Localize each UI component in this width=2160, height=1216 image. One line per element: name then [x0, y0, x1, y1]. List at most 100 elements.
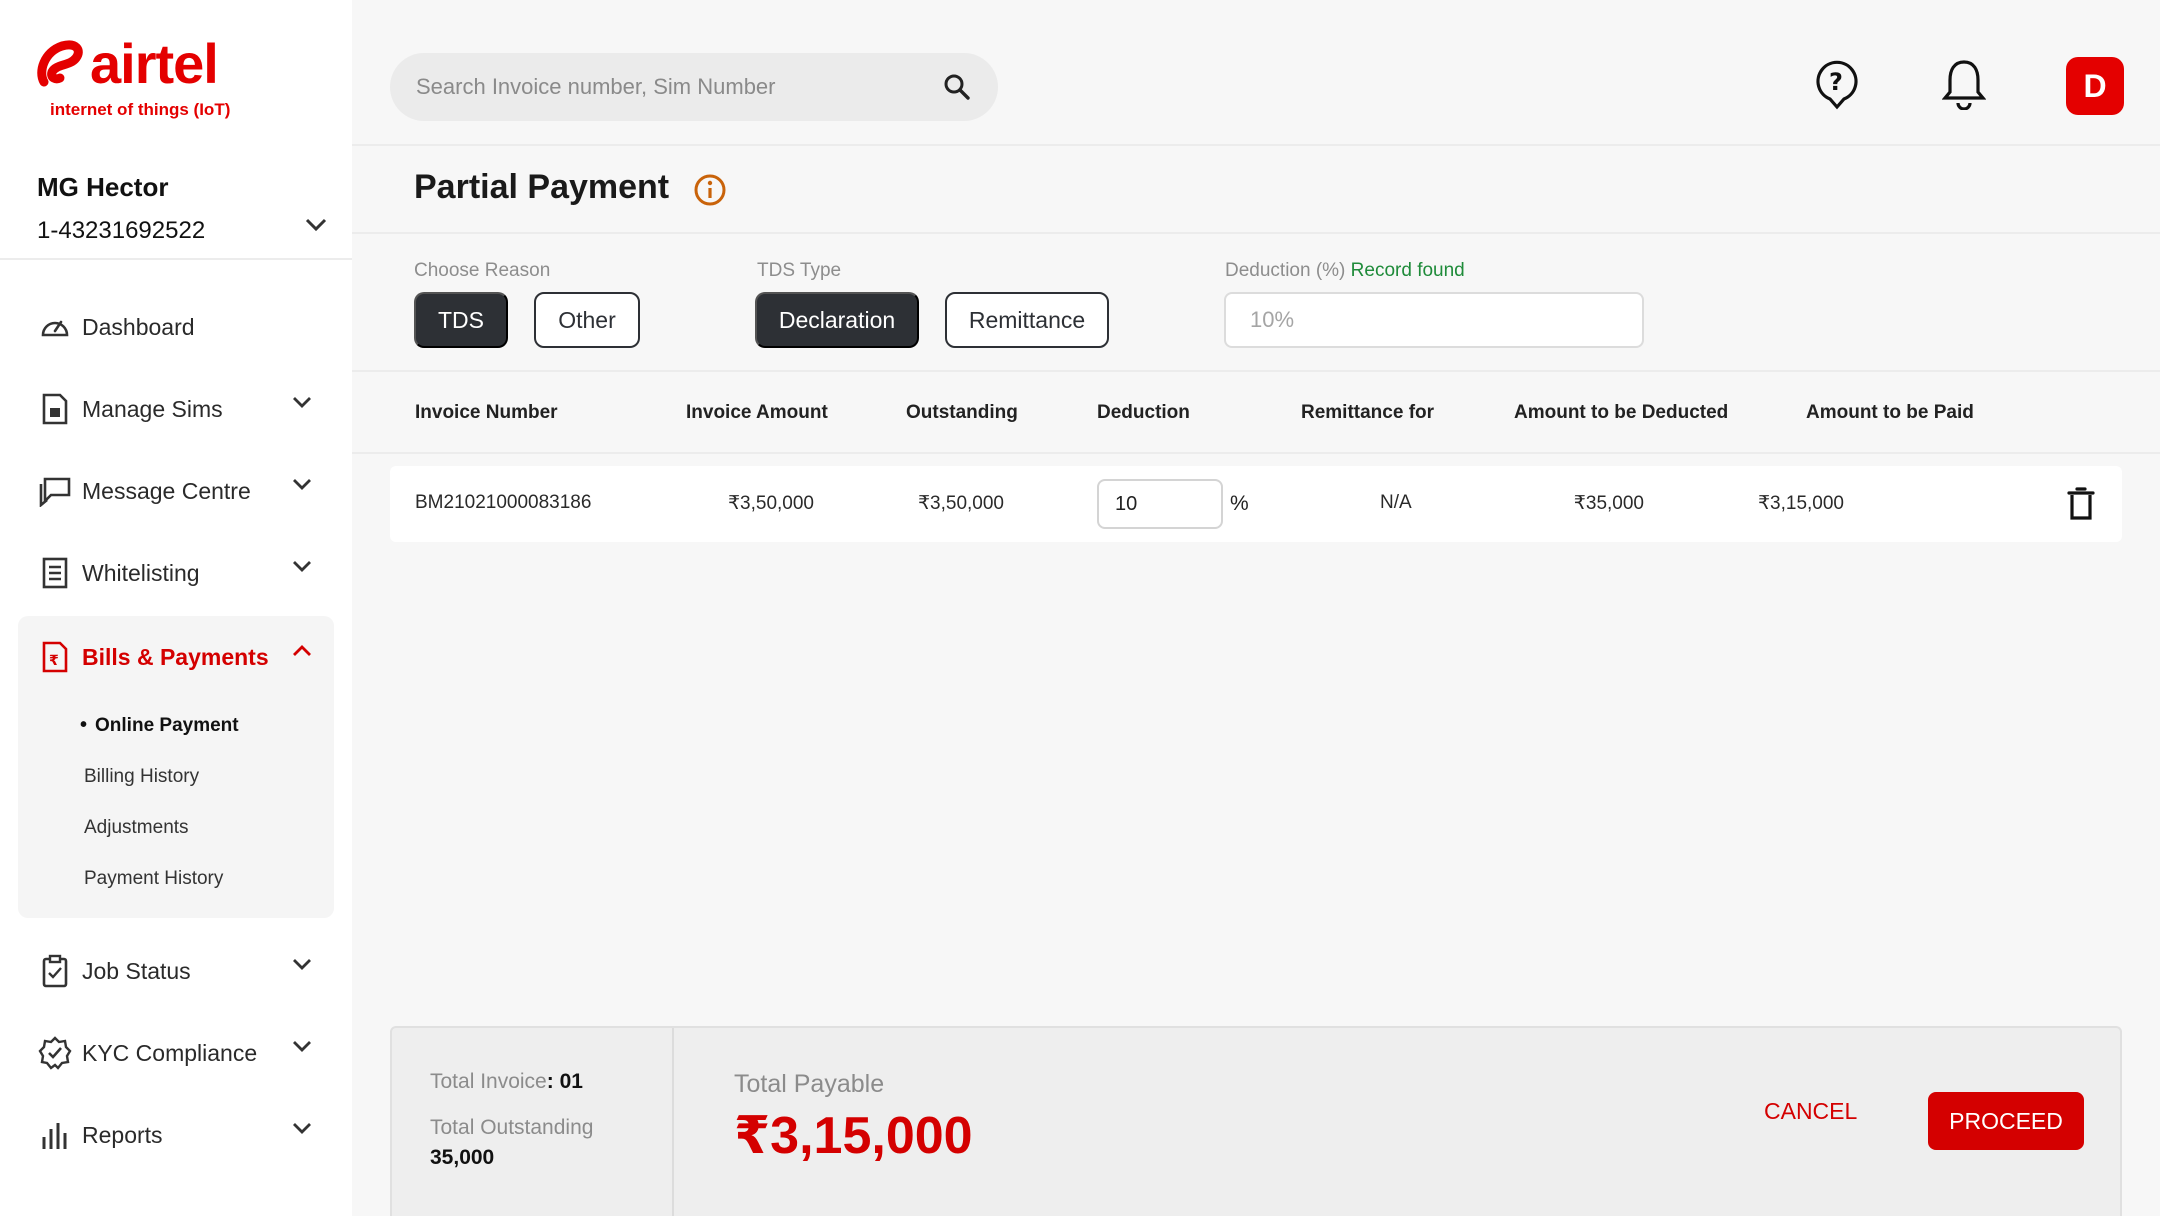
sidebar-item-label: Whitelisting — [82, 559, 200, 586]
total-payable-value: ₹3,15,000 — [734, 1107, 973, 1165]
divider — [0, 258, 352, 260]
message-icon — [38, 474, 72, 508]
deduction-input[interactable]: 10 — [1097, 479, 1223, 529]
tds-type-label: TDS Type — [757, 260, 842, 281]
summary-totals: Total Invoice: 01 Total Outstanding 35,0… — [392, 1028, 674, 1216]
sidebar-item-job-status[interactable]: Job Status — [18, 930, 334, 1012]
sidebar-item-whitelisting[interactable]: Whitelisting — [18, 532, 334, 614]
deduction-label-text: Deduction (%) — [1225, 260, 1346, 281]
col-deduction: Deduction — [1097, 402, 1190, 423]
filter-bar: Choose Reason TDS Other TDS Type Declara… — [352, 236, 2160, 372]
percent-unit: % — [1230, 492, 1249, 515]
total-outstanding-label: Total Outstanding — [430, 1116, 594, 1139]
sidebar-item-label: KYC Compliance — [82, 1039, 258, 1066]
proceed-button[interactable]: PROCEED — [1928, 1092, 2084, 1150]
delete-icon[interactable] — [2066, 486, 2096, 522]
svg-text:?: ? — [1829, 68, 1843, 96]
cell-amount-deducted: ₹35,000 — [1573, 493, 1644, 514]
dashboard-gauge-icon — [38, 310, 72, 344]
search-box[interactable] — [390, 53, 998, 121]
sidebar-item-label: Dashboard — [82, 313, 195, 340]
reason-other-button[interactable]: Other — [534, 292, 640, 348]
chevron-up-icon — [293, 645, 311, 656]
account-number: 1-43231692522 — [37, 217, 206, 244]
sidebar-item-dashboard[interactable]: Dashboard — [18, 286, 334, 368]
reason-label: Choose Reason — [414, 260, 551, 281]
sidebar-item-message-centre[interactable]: Message Centre — [18, 450, 334, 532]
sidebar-item-label: Bills & Payments — [82, 643, 269, 670]
submenu-item-adjustments[interactable]: Adjustments — [18, 802, 334, 853]
sidebar: airtel internet of things (IoT) MG Hecto… — [0, 0, 352, 1216]
table-header: Invoice Number Invoice Amount Outstandin… — [352, 374, 2160, 454]
sidebar-item-label: Manage Sims — [82, 395, 223, 422]
brand-subtitle: internet of things (IoT) — [50, 100, 231, 119]
col-invoice-amount: Invoice Amount — [686, 402, 828, 423]
submenu-item-billing-history[interactable]: Billing History — [18, 751, 334, 802]
record-found-status: Record found — [1350, 260, 1465, 281]
total-outstanding-value: 35,000 — [430, 1146, 495, 1169]
page-title: Partial Payment — [414, 168, 670, 206]
clipboard-icon — [38, 954, 72, 988]
brand-name: airtel — [90, 32, 219, 95]
tds-declaration-button[interactable]: Declaration — [755, 292, 919, 348]
table-row: BM21021000083186 ₹3,50,000 ₹3,50,000 10 … — [390, 466, 2122, 542]
avatar[interactable]: D — [2066, 57, 2124, 115]
submenu-item-online-payment[interactable]: Online Payment — [18, 700, 334, 751]
col-invoice-number: Invoice Number — [415, 402, 558, 423]
sidebar-item-reports[interactable]: Reports — [18, 1094, 334, 1176]
account-switcher[interactable]: MG Hector 1-43231692522 — [37, 172, 327, 245]
sidebar-item-label: Reports — [82, 1121, 163, 1148]
submenu-item-payment-history[interactable]: Payment History — [18, 853, 334, 904]
chevron-down-icon[interactable] — [305, 218, 327, 232]
col-outstanding: Outstanding — [906, 402, 1018, 423]
reason-tds-button[interactable]: TDS — [414, 292, 508, 348]
cancel-button[interactable]: CANCEL — [1764, 1098, 1857, 1125]
sidebar-item-bills-payments[interactable]: ₹ Bills & Payments — [18, 616, 334, 698]
help-icon[interactable]: ? — [1814, 59, 1860, 111]
svg-text:₹: ₹ — [49, 653, 59, 669]
notification-bell-icon[interactable] — [1942, 58, 1986, 110]
sidebar-item-label: Job Status — [82, 957, 191, 984]
total-payable-label: Total Payable — [734, 1070, 885, 1098]
total-invoice-label: Total Invoice — [430, 1070, 547, 1093]
deduction-percent-field[interactable]: 10% — [1224, 292, 1644, 348]
account-name: MG Hector — [37, 172, 169, 202]
tds-remittance-button[interactable]: Remittance — [945, 292, 1109, 348]
payment-summary: Total Invoice: 01 Total Outstanding 35,0… — [390, 1026, 2122, 1216]
bar-chart-icon — [38, 1118, 72, 1152]
sidebar-nav: Dashboard Manage Sims Message Centre Whi… — [18, 286, 334, 1176]
top-bar: ? D — [352, 0, 2160, 146]
sidebar-group-bills-payments: ₹ Bills & Payments Online Payment Billin… — [18, 616, 334, 918]
page-header: Partial Payment — [352, 148, 2160, 234]
cell-amount-paid: ₹3,15,000 — [1757, 493, 1844, 514]
sim-card-icon — [38, 392, 72, 426]
info-icon[interactable] — [692, 172, 728, 208]
airtel-swirl-icon — [37, 40, 83, 87]
chevron-down-icon — [293, 561, 311, 572]
sidebar-item-kyc-compliance[interactable]: KYC Compliance — [18, 1012, 334, 1094]
total-invoice-value: 01 — [559, 1070, 583, 1093]
cell-invoice-amount: ₹3,50,000 — [727, 493, 814, 514]
chevron-down-icon — [293, 479, 311, 490]
total-invoice: Total Invoice: 01 — [430, 1070, 583, 1093]
cell-remittance-for: N/A — [1380, 492, 1412, 513]
airtel-logo[interactable]: airtel internet of things (IoT) — [36, 36, 230, 120]
cell-invoice-number: BM21021000083186 — [415, 492, 592, 513]
cell-outstanding: ₹3,50,000 — [917, 493, 1004, 514]
chevron-down-icon — [293, 1123, 311, 1134]
bill-icon: ₹ — [38, 640, 72, 674]
badge-check-icon — [38, 1036, 72, 1070]
sidebar-item-manage-sims[interactable]: Manage Sims — [18, 368, 334, 450]
search-icon[interactable] — [942, 72, 972, 102]
chevron-down-icon — [293, 959, 311, 970]
col-remittance-for: Remittance for — [1301, 402, 1435, 423]
sidebar-item-label: Message Centre — [82, 477, 251, 504]
deduction-label: Deduction (%) Record found — [1225, 260, 1465, 282]
list-document-icon — [38, 556, 72, 590]
col-amount-paid: Amount to be Paid — [1806, 402, 1974, 423]
chevron-down-icon — [293, 397, 311, 408]
search-input[interactable] — [416, 74, 942, 100]
chevron-down-icon — [293, 1041, 311, 1052]
col-amount-deducted: Amount to be Deducted — [1514, 402, 1729, 423]
submenu-bills-payments: Online Payment Billing History Adjustmen… — [18, 698, 334, 918]
